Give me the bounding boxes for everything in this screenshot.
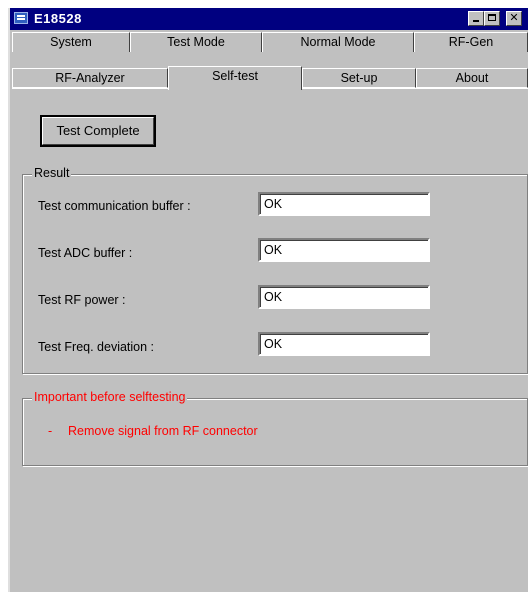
app-icon[interactable] (14, 12, 28, 24)
tab-self-test-label: Self-test (212, 69, 258, 83)
result-label-rf-power: Test RF power : (38, 293, 126, 307)
tab-self-test[interactable]: Self-test (168, 66, 302, 90)
tab-test-mode-label: Test Mode (167, 35, 225, 49)
result-label-communication: Test communication buffer : (38, 199, 191, 213)
title-bar[interactable]: E18528 ✕ (10, 8, 528, 30)
close-button[interactable]: ✕ (506, 11, 522, 26)
result-field-freq-deviation[interactable]: OK (258, 332, 430, 356)
tab-test-mode[interactable]: Test Mode (130, 32, 262, 52)
test-complete-button-label: Test Complete (42, 117, 154, 145)
tab-about-label: About (455, 71, 489, 85)
tab-rf-analyzer-label: RF-Analyzer (55, 71, 125, 85)
test-complete-button[interactable]: Test Complete (40, 115, 156, 147)
tab-rf-gen-label: RF-Gen (448, 35, 494, 49)
maximize-button[interactable] (484, 11, 500, 26)
result-label-adc: Test ADC buffer : (38, 246, 133, 260)
minimize-button[interactable] (468, 11, 484, 26)
result-field-adc[interactable]: OK (258, 238, 430, 262)
result-field-communication[interactable]: OK (258, 192, 430, 216)
tab-system-label: System (50, 35, 92, 49)
tab-set-up-label: Set-up (340, 71, 378, 85)
tab-normal-mode[interactable]: Normal Mode (262, 32, 414, 52)
tab-normal-mode-label: Normal Mode (300, 35, 376, 49)
result-group-title: Result (32, 166, 72, 180)
main-window: E18528 ✕ System Test Mode Normal Mode RF… (8, 8, 528, 592)
result-field-rf-power[interactable]: OK (258, 285, 430, 309)
tab-system[interactable]: System (12, 32, 130, 52)
notice-group-title: Important before selftesting (32, 390, 188, 404)
notice-text: Remove signal from RF connector (68, 424, 258, 438)
tab-set-up[interactable]: Set-up (302, 68, 416, 88)
window-title: E18528 (34, 11, 82, 26)
result-label-freq-deviation: Test Freq. deviation : (38, 340, 155, 354)
tab-rf-analyzer[interactable]: RF-Analyzer (12, 68, 168, 88)
tab-rf-gen[interactable]: RF-Gen (414, 32, 528, 52)
tab-about[interactable]: About (416, 68, 528, 88)
notice-bullet: - (48, 424, 53, 438)
